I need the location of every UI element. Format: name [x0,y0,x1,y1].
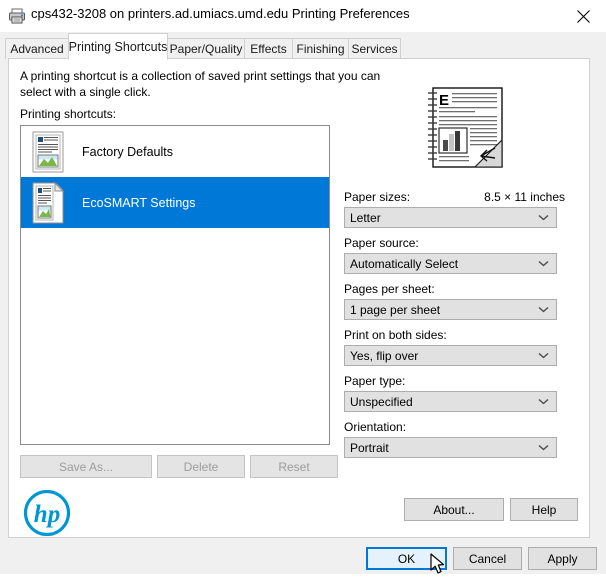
printer-icon [8,7,26,25]
list-item-factory-defaults[interactable]: Factory Defaults [21,126,329,177]
button-label: Help [531,502,557,517]
tab-printing-shortcuts[interactable]: Printing Shortcuts [68,33,168,60]
button-label: Reset [278,459,310,474]
button-label: About... [433,502,475,517]
paper-sizes-dropdown[interactable]: Letter [344,207,557,228]
help-button[interactable]: Help [510,498,578,521]
dropdown-value: Automatically Select [350,256,459,271]
tab-content-panel: A printing shortcut is a collection of s… [8,58,590,538]
dropdown-value: Unspecified [350,394,413,409]
button-label: Cancel [468,551,507,566]
field-pages-per-sheet: Pages per sheet: 1 page per sheet [344,282,566,320]
field-label: Paper type: [344,374,406,388]
print-on-both-sides-dropdown[interactable]: Yes, flip over [344,345,557,366]
tab-label: Paper/Quality [169,42,243,56]
printing-preferences-dialog: cps432-3208 on printers.ad.umiacs.umd.ed… [0,0,606,574]
tab-services[interactable]: Services [348,38,401,59]
window-title: cps432-3208 on printers.ad.umiacs.umd.ed… [31,6,410,21]
tab-label: Effects [250,42,287,56]
tab-label: Finishing [296,42,345,56]
field-orientation: Orientation: Portrait [344,420,566,458]
paper-source-dropdown[interactable]: Automatically Select [344,253,557,274]
field-label: Pages per sheet: [344,282,435,296]
description-text: A printing shortcut is a collection of s… [20,69,381,99]
print-settings-column: Paper sizes: 8.5 × 11 inches Letter Pape… [344,190,566,466]
paper-type-dropdown[interactable]: Unspecified [344,391,557,412]
button-label: Apply [547,551,578,566]
tab-label: Advanced [10,42,64,56]
paper-size-dimensions: 8.5 × 11 inches [484,190,565,204]
svg-text:hp: hp [34,501,60,528]
chevron-down-icon [538,392,549,411]
printing-shortcuts-label: Printing shortcuts: [20,107,117,121]
field-label: Orientation: [344,420,407,434]
field-paper-source: Paper source: Automatically Select [344,236,566,274]
dropdown-value: Portrait [350,440,389,455]
button-label: Delete [183,459,219,474]
field-print-on-both-sides: Print on both sides: Yes, flip over [344,328,566,366]
tab-paper-quality[interactable]: Paper/Quality [167,38,245,59]
list-item-label: Factory Defaults [82,144,174,159]
svg-text:E: E [439,92,449,109]
chevron-down-icon [538,438,549,457]
tab-finishing[interactable]: Finishing [292,38,349,59]
printing-shortcuts-list[interactable]: Factory Defaults EcoSMART Settings [20,125,330,445]
title-bar: cps432-3208 on printers.ad.umiacs.umd.ed… [0,0,606,32]
dropdown-value: Letter [350,210,381,225]
chevron-down-icon [538,254,549,273]
field-label: Paper source: [344,236,419,250]
button-label: Save As... [58,459,114,474]
tab-label: Services [351,42,398,56]
document-page-icon [29,130,67,174]
field-label: Print on both sides: [344,328,447,342]
chevron-down-icon [538,300,549,319]
list-item-ecosmart-settings[interactable]: EcoSMART Settings [21,177,329,228]
list-item-label: EcoSMART Settings [82,195,196,210]
ok-button[interactable]: OK [366,547,447,570]
chevron-down-icon [538,208,549,227]
document-pages-curl-icon [29,181,67,225]
dropdown-value: Yes, flip over [350,348,419,363]
tab-effects[interactable]: Effects [244,38,293,59]
pages-per-sheet-dropdown[interactable]: 1 page per sheet [344,299,557,320]
tab-strip: Advanced Printing Shortcuts Paper/Qualit… [0,32,606,60]
field-paper-sizes: Paper sizes: 8.5 × 11 inches Letter [344,190,566,228]
tab-label: Printing Shortcuts [68,39,168,54]
save-as-button[interactable]: Save As... [20,455,152,478]
close-button[interactable] [560,0,606,32]
about-button[interactable]: About... [404,498,504,521]
hp-logo: hp [23,489,71,537]
close-icon [576,9,590,23]
apply-button[interactable]: Apply [528,547,597,570]
reset-button[interactable]: Reset [250,455,338,478]
button-label: OK [397,551,416,566]
delete-button[interactable]: Delete [157,455,245,478]
field-paper-type: Paper type: Unspecified [344,374,566,412]
cancel-button[interactable]: Cancel [453,547,522,570]
chevron-down-icon [538,346,549,365]
dropdown-value: 1 page per sheet [350,302,441,317]
tab-advanced[interactable]: Advanced [5,38,69,59]
document-preview-icon: E [417,86,505,169]
orientation-dropdown[interactable]: Portrait [344,437,557,458]
